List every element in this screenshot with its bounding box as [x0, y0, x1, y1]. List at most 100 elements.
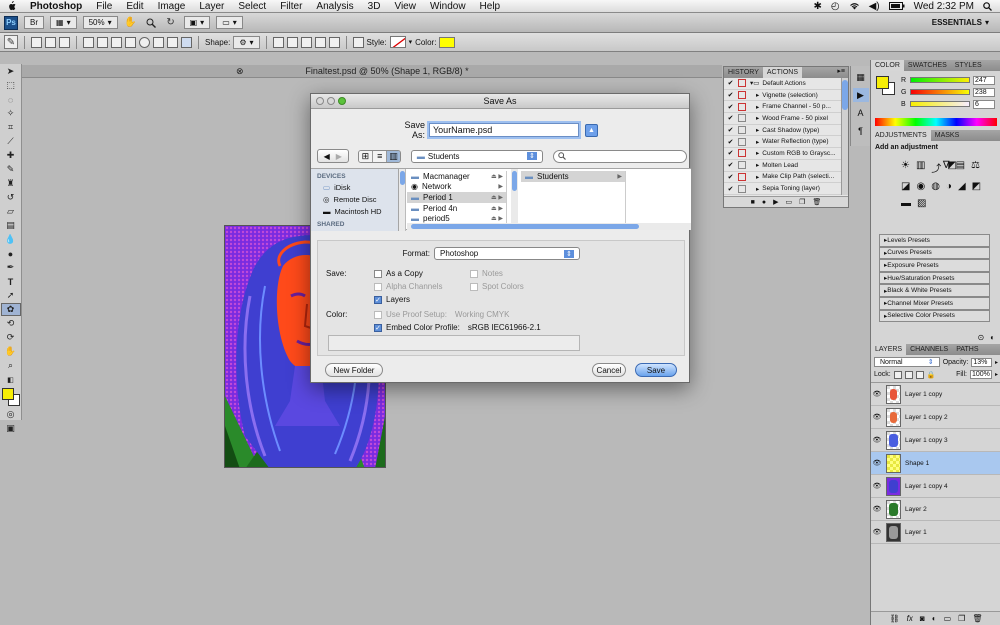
red-slider[interactable]	[910, 77, 970, 83]
action-row[interactable]: ✔ ▾▭ Default Actions	[724, 78, 841, 90]
type-tool-icon[interactable]: T	[1, 275, 21, 288]
layer-row[interactable]: 👁 Layer 1 copy 3	[871, 429, 1000, 452]
healing-brush-tool-icon[interactable]: ✚	[1, 149, 21, 162]
app-menu[interactable]: Photoshop	[23, 1, 89, 12]
tab-adjustments[interactable]: ADJUSTMENTS	[871, 130, 931, 141]
tab-styles[interactable]: STYLES	[951, 60, 986, 71]
move-tool-icon[interactable]: ➤	[1, 65, 21, 78]
tab-layers[interactable]: LAYERS	[871, 344, 907, 355]
battery-icon[interactable]	[888, 2, 905, 10]
3d-rotate-tool-icon[interactable]: ⟲	[1, 317, 21, 330]
as-copy-checkbox[interactable]	[374, 269, 382, 278]
check-icon[interactable]: ✔	[726, 91, 735, 99]
play-icon[interactable]: ▶	[773, 198, 778, 206]
green-slider[interactable]	[910, 89, 970, 95]
hand-tool-icon[interactable]: ✋	[124, 16, 138, 30]
layer-name[interactable]: Shape 1	[905, 460, 929, 467]
delete-layer-icon[interactable]: 🗑	[972, 614, 982, 623]
brightness-contrast-icon[interactable]: ☀	[901, 160, 910, 175]
workspace-switcher[interactable]: ESSENTIALS ▾	[927, 16, 994, 29]
action-row[interactable]: ✔ ▸ Make Clip Path (selecti...	[724, 172, 841, 184]
close-window-button[interactable]	[316, 97, 324, 105]
dialog-toggle-icon[interactable]	[738, 79, 746, 88]
screen-mode-menu[interactable]: ▭ ▾	[216, 16, 243, 29]
channel-mixer-icon[interactable]: ◍	[931, 181, 940, 192]
style-picker[interactable]	[389, 36, 406, 48]
sidebar-item-idisk[interactable]: ▭ iDisk	[311, 181, 398, 193]
tab-channels[interactable]: CHANNELS	[906, 344, 952, 355]
menu-file[interactable]: File	[89, 1, 119, 12]
zoom-tool-icon[interactable]	[144, 16, 158, 30]
preset-channel-mixer[interactable]: ▸ Channel Mixer Presets	[879, 296, 990, 310]
column-1-scrollbar[interactable]	[511, 169, 518, 223]
dialog-toggle-icon[interactable]	[738, 172, 746, 181]
dialog-toggle-icon[interactable]	[738, 161, 746, 170]
menu-filter[interactable]: Filter	[273, 1, 309, 12]
tab-swatches[interactable]: SWATCHES	[904, 60, 951, 71]
expand-dialog-button[interactable]: ▲	[585, 123, 598, 137]
eye-icon[interactable]: 👁	[871, 482, 883, 490]
rounded-rectangle-button[interactable]	[125, 36, 136, 48]
forward-icon[interactable]: ▶	[336, 152, 342, 161]
selective-color-icon[interactable]: ▨	[917, 198, 926, 209]
view-extras-menu[interactable]: ▦ ▾	[50, 16, 77, 29]
zoom-tool-icon[interactable]: ⌕	[1, 359, 21, 372]
list-item[interactable]: ▬ period5 ⏏ ▶	[407, 213, 506, 223]
proof-setup-checkbox[interactable]	[374, 310, 382, 319]
history-panel-icon[interactable]: ▦	[853, 70, 869, 84]
tab-paths[interactable]: PATHS	[952, 344, 982, 355]
search-field[interactable]	[553, 149, 688, 163]
threshold-icon[interactable]: ◩	[972, 181, 981, 192]
color-swatch[interactable]	[439, 36, 456, 48]
new-group-icon[interactable]: ▭	[944, 614, 952, 623]
color-balance-icon[interactable]: ⚖	[971, 160, 980, 175]
zoom-level-select[interactable]: 50% ▾	[82, 16, 118, 29]
sidebar-item-remote-disc[interactable]: ◎ Remote Disc	[311, 193, 398, 205]
line-shape-button[interactable]	[167, 36, 178, 48]
action-row[interactable]: ✔ ▸ Cast Shadow (type)	[724, 125, 841, 137]
list-item-selected[interactable]: ▬ Period 1 ⏏ ▶	[407, 192, 506, 203]
preset-exposure[interactable]: ▸ Exposure Presets	[879, 259, 990, 272]
action-row[interactable]: ✔ ▸ Molten Lead	[724, 160, 841, 172]
icon-view-icon[interactable]: ⊞	[358, 150, 373, 162]
freeform-pen-button[interactable]	[97, 36, 108, 48]
tab-history[interactable]: HISTORY	[724, 67, 763, 78]
close-document-icon[interactable]: ⊗	[236, 65, 244, 77]
action-row[interactable]: ✔ ▸ Frame Channel - 50 p...	[724, 101, 841, 114]
red-value-field[interactable]: 247	[973, 75, 995, 85]
back-forward-buttons[interactable]: ◀ ▶	[317, 149, 349, 163]
levels-icon[interactable]: ▥	[916, 160, 925, 175]
menu-help[interactable]: Help	[473, 1, 508, 12]
menu-select[interactable]: Select	[231, 1, 273, 12]
hue-saturation-icon[interactable]: ▤	[956, 160, 965, 175]
action-row[interactable]: ✔ ▸ Sepia Toning (layer)	[724, 183, 841, 195]
eye-icon[interactable]: 👁	[871, 436, 883, 444]
layer-row[interactable]: 👁 Layer 1 copy	[871, 383, 1000, 406]
arrange-documents-menu[interactable]: ▣ ▾	[183, 16, 211, 29]
menu-3d[interactable]: 3D	[361, 1, 388, 12]
quick-selection-tool-icon[interactable]: ✧	[1, 107, 21, 120]
clip-icon[interactable]: ⊙	[977, 333, 984, 342]
vibrance-icon[interactable]: ∇	[943, 160, 950, 175]
layer-name[interactable]: Layer 1	[905, 529, 927, 536]
actions-scrollbar[interactable]	[841, 78, 848, 195]
dialog-toggle-icon[interactable]	[738, 91, 746, 100]
record-icon[interactable]: ●	[762, 199, 766, 206]
menu-view[interactable]: View	[387, 1, 423, 12]
curves-icon[interactable]: ⤴	[931, 160, 941, 175]
brush-tool-icon[interactable]: ✎	[1, 163, 21, 176]
alpha-channels-checkbox[interactable]	[374, 282, 382, 291]
green-value-field[interactable]: 238	[973, 87, 995, 97]
check-icon[interactable]: ✔	[726, 79, 735, 87]
character-panel-icon[interactable]: A	[853, 106, 869, 120]
path-selection-tool-icon[interactable]: ➚	[1, 289, 21, 302]
new-shape-layer-button[interactable]	[272, 36, 284, 48]
check-icon[interactable]: ✔	[726, 149, 735, 157]
eraser-tool-icon[interactable]: ▱	[1, 205, 21, 218]
layer-row-selected[interactable]: 👁 Shape 1	[871, 452, 1000, 475]
action-row[interactable]: ✔ ▸ Wood Frame - 50 pixel	[724, 113, 841, 125]
list-item-selected[interactable]: ▬ Students ▶	[521, 171, 625, 182]
lasso-tool-icon[interactable]: ◌	[1, 93, 21, 106]
menu-window[interactable]: Window	[423, 1, 473, 12]
subtract-shape-button[interactable]	[300, 36, 312, 48]
